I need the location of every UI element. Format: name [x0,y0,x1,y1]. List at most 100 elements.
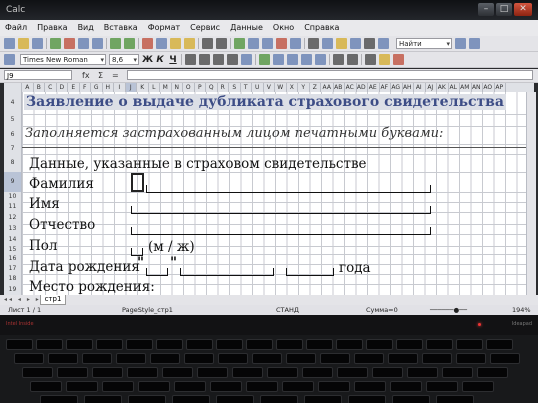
underline-button[interactable]: Ч [168,55,178,65]
column-header-h[interactable]: H [103,83,114,92]
column-header-q[interactable]: Q [206,83,218,92]
export-pdf-icon[interactable] [64,38,75,49]
styles-icon[interactable] [4,54,15,65]
column-header-s[interactable]: S [229,83,241,92]
undo-icon[interactable] [202,38,213,49]
menu-view[interactable]: Вид [73,20,99,36]
column-header-k[interactable]: K [137,83,149,92]
spellcheck-icon[interactable] [110,38,121,49]
bold-button[interactable]: Ж [142,55,153,65]
menu-window[interactable]: Окно [268,20,299,36]
increase-indent-icon[interactable] [347,54,358,65]
column-header-e[interactable]: E [68,83,80,92]
font-size-select[interactable]: 8,6 [109,54,139,66]
row-header-4[interactable]: 4 [4,92,21,114]
column-header-v[interactable]: V [264,83,275,92]
birth-year-field[interactable] [286,268,334,276]
print-preview-icon[interactable] [92,38,103,49]
column-header-l[interactable]: L [149,83,160,92]
column-header-n[interactable]: N [172,83,183,92]
menu-file[interactable]: Файл [0,20,32,36]
birth-day-field[interactable] [146,268,168,276]
find-next-icon[interactable] [469,38,480,49]
close-button[interactable]: ✕ [514,3,532,16]
column-header-c[interactable]: C [45,83,57,92]
add-decimal-icon[interactable] [301,54,312,65]
format-paintbrush-icon[interactable] [184,38,195,49]
column-header-b[interactable]: B [34,83,45,92]
column-header-w[interactable]: W [275,83,287,92]
print-icon[interactable] [78,38,89,49]
select-all-corner[interactable] [4,83,22,92]
column-header-d[interactable]: D [57,83,68,92]
italic-button[interactable]: К [155,55,165,65]
data-sources-icon[interactable] [350,38,361,49]
percent-format-icon[interactable] [273,54,284,65]
borders-icon[interactable] [365,54,376,65]
row-header-15[interactable]: 15 [4,246,21,254]
decrease-indent-icon[interactable] [333,54,344,65]
merge-cells-icon[interactable] [241,54,252,65]
row-header-19[interactable]: 19 [4,284,21,295]
align-left-icon[interactable] [185,54,196,65]
menu-format[interactable]: Формат [143,20,185,36]
row-header-7[interactable]: 7 [4,144,21,154]
row-header-6[interactable]: 6 [4,126,21,144]
delete-decimal-icon[interactable] [315,54,326,65]
column-header-t[interactable]: T [241,83,252,92]
column-header-z[interactable]: Z [310,83,321,92]
column-header-m[interactable]: M [160,83,172,92]
sort-descending-icon[interactable] [262,38,273,49]
equals-icon[interactable]: = [112,69,119,82]
menu-data[interactable]: Данные [225,20,268,36]
column-header-r[interactable]: R [218,83,229,92]
row-header-17[interactable]: 17 [4,264,21,274]
row-header-18[interactable]: 18 [4,274,21,284]
maximize-button[interactable]: □ [496,3,512,16]
chart-icon[interactable] [276,38,287,49]
help-icon[interactable] [378,38,389,49]
gallery-icon[interactable] [336,38,347,49]
menu-tools[interactable]: Сервис [185,20,225,36]
zoom-slider[interactable]: ──────●── [430,305,467,315]
row-header-14[interactable]: 14 [4,234,21,246]
row-header-16[interactable]: 16 [4,254,21,264]
row-header-5[interactable]: 5 [4,114,21,126]
sort-ascending-icon[interactable] [248,38,259,49]
column-header-p[interactable]: P [195,83,206,92]
sheet-tab[interactable]: стр1 [40,295,66,305]
open-folder-icon[interactable] [18,38,29,49]
paste-icon[interactable] [170,38,181,49]
row-header-12[interactable]: 12 [4,212,21,224]
column-header-x[interactable]: X [287,83,298,92]
formula-input[interactable] [127,70,533,80]
function-wizard-icon[interactable]: fx [82,69,90,82]
column-header-y[interactable]: Y [298,83,310,92]
zoom-icon[interactable] [364,38,375,49]
row-header-9[interactable]: 9 [4,172,21,192]
redo-icon[interactable] [216,38,227,49]
menu-edit[interactable]: Правка [32,20,72,36]
edit-file-icon[interactable] [50,38,61,49]
menu-help[interactable]: Справка [299,20,344,36]
column-header-f[interactable]: F [80,83,91,92]
vertical-scrollbar[interactable] [526,92,536,295]
column-header-o[interactable]: O [183,83,195,92]
minimize-button[interactable]: – [478,3,494,16]
navigator-icon[interactable] [322,38,333,49]
new-document-icon[interactable] [4,38,15,49]
sum-icon[interactable]: Σ [98,69,103,82]
column-header-ap[interactable]: AP [494,83,506,92]
standard-format-icon[interactable] [287,54,298,65]
row-header-8[interactable]: 8 [4,154,21,172]
patronymic-field[interactable] [131,227,431,235]
justify-icon[interactable] [227,54,238,65]
firstname-field[interactable] [131,206,431,214]
column-header-i[interactable]: I [114,83,126,92]
find-previous-icon[interactable] [455,38,466,49]
column-header-g[interactable]: G [91,83,103,92]
search-input[interactable]: Найти [396,38,452,50]
align-center-icon[interactable] [199,54,210,65]
name-box[interactable]: J9 [4,70,72,80]
column-header-u[interactable]: U [252,83,264,92]
